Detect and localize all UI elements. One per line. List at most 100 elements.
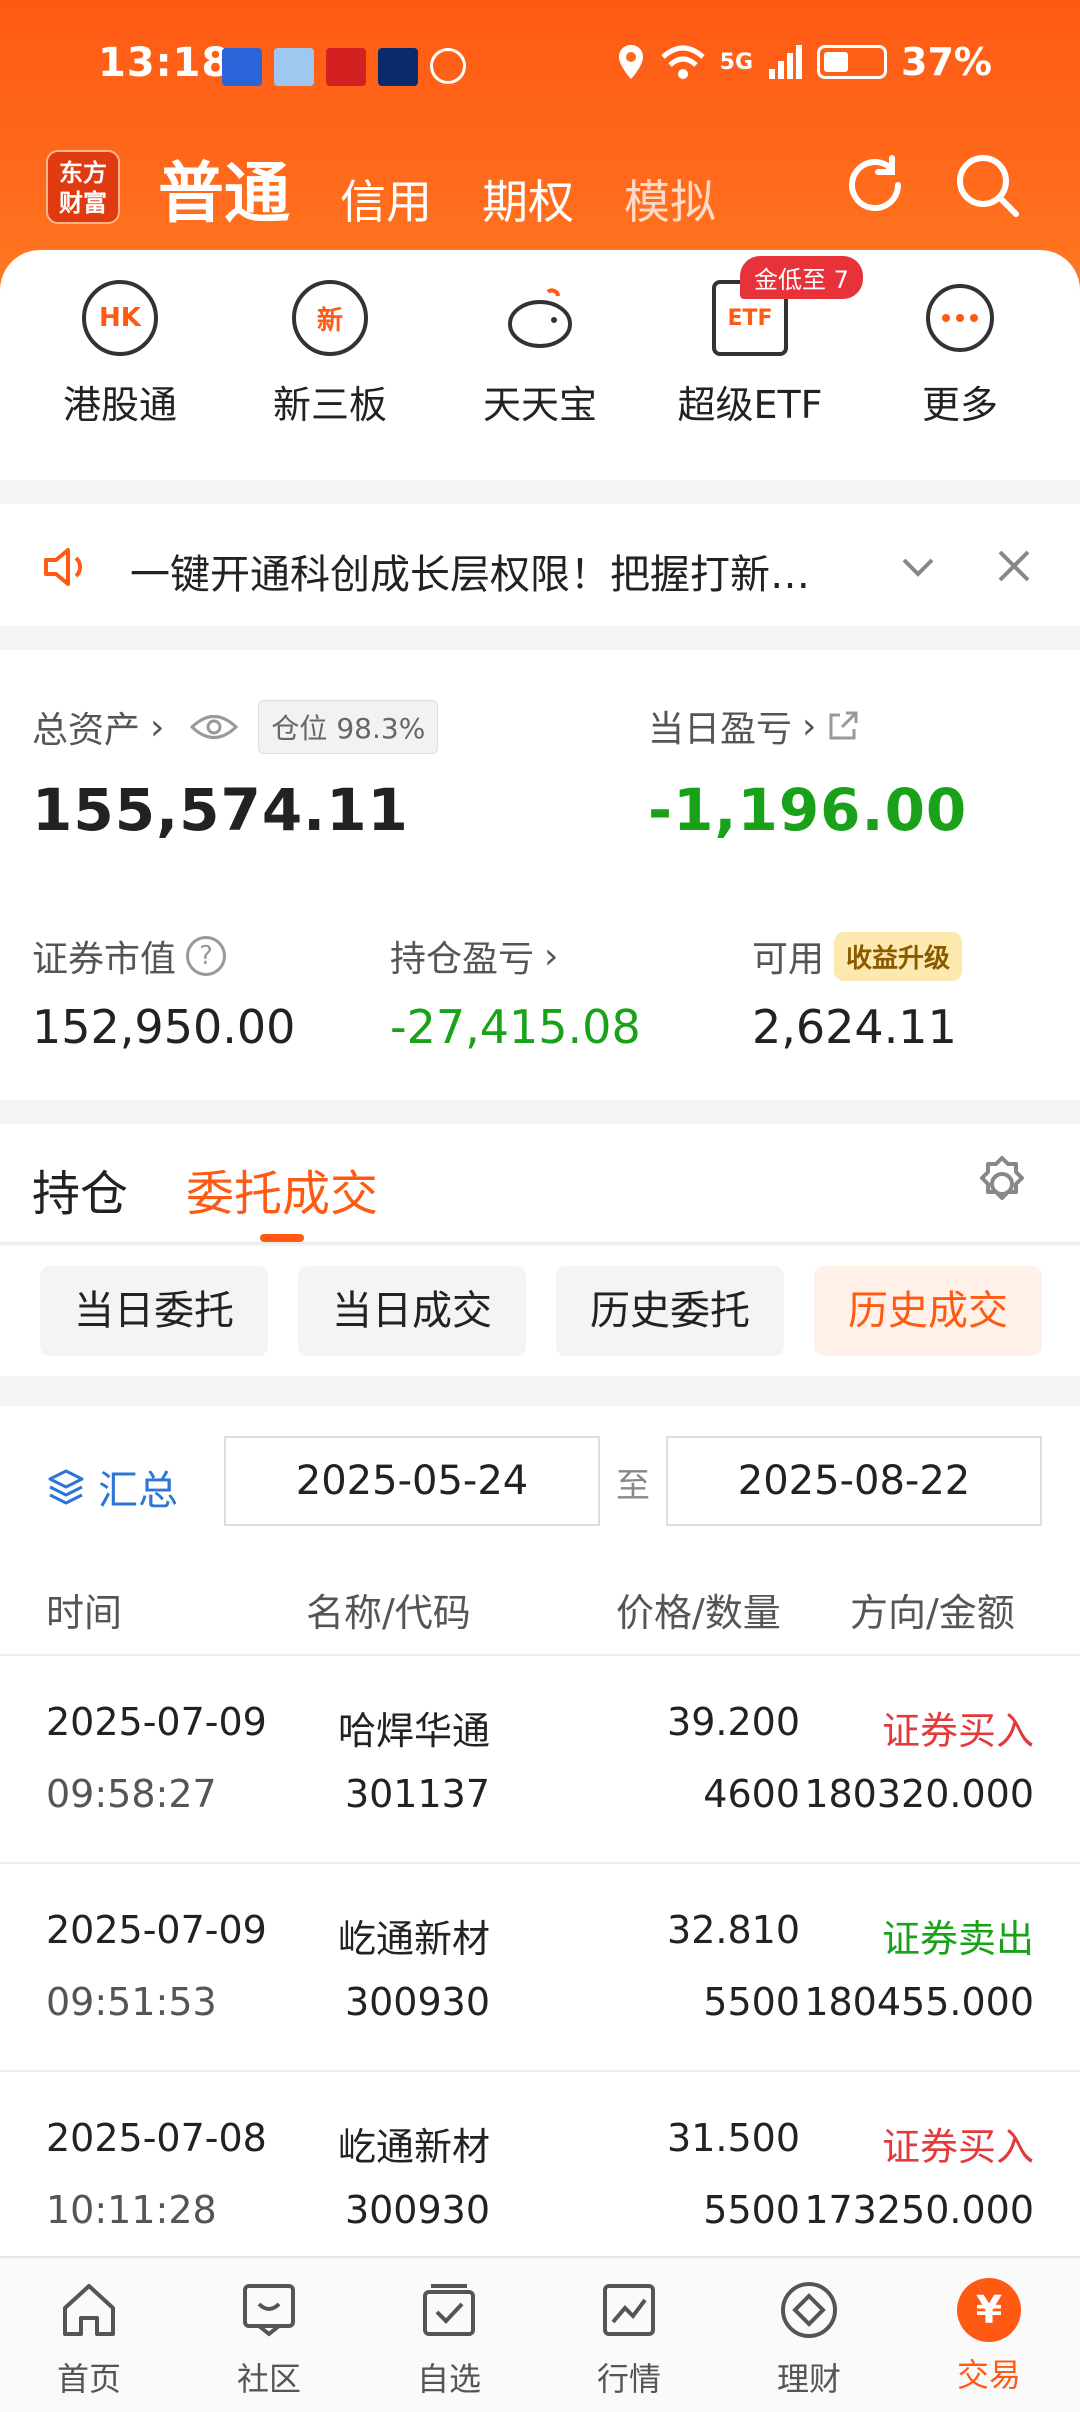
close-icon[interactable] [992, 544, 1036, 588]
table-row[interactable]: 2025-07-08 10:11:28 屹通新材 300930 31.500 5… [0, 2072, 1080, 2280]
layers-icon [48, 1469, 84, 1505]
daily-pl-header[interactable]: 当日盈亏 › [648, 700, 860, 752]
stock-code: 301137 [344, 1772, 490, 1816]
bottom-nav: 首页 社区 自选 行情 理财 ¥ 交易 [0, 2256, 1080, 2412]
location-icon [618, 45, 643, 79]
asset-summary: 总资产 › 仓位 98.3% 155,574.11 当日盈亏 › -1,196.… [0, 650, 1080, 1100]
order-subtabs: 当日委托 当日成交 历史委托 历史成交 [0, 1246, 1080, 1376]
refresh-icon[interactable] [840, 150, 910, 220]
nav-wealth[interactable]: 理财 [744, 2278, 874, 2400]
yen-icon: ¥ [957, 2278, 1021, 2342]
available-label: 可用 [752, 939, 825, 980]
deal-direction: 证券卖出 [881, 1917, 1034, 1961]
shortcut-label: 港股通 [62, 383, 177, 427]
chat-icon [243, 2284, 295, 2337]
shortcut-super-etf[interactable]: ETF 超级ETF [655, 280, 845, 429]
app-notification-icon [222, 48, 262, 86]
position-value: 98.3% [336, 712, 426, 745]
share-icon[interactable] [826, 709, 860, 743]
market-value-block: 证券市值 ? 152,950.00 [32, 930, 295, 1054]
tab-holdings[interactable]: 持仓 [32, 1154, 128, 1224]
nav-trade[interactable]: ¥ 交易 [924, 2278, 1054, 2396]
stock-name: 屹通新材 [337, 2125, 490, 2169]
shortcut-tiantianbao[interactable]: 天天宝 [445, 280, 635, 429]
deal-date: 2025-07-09 [46, 1908, 267, 1952]
section-tabs: 持仓 委托成交 [0, 1124, 1080, 1244]
end-date-field[interactable]: 2025-08-22 [666, 1436, 1042, 1526]
notice-text[interactable]: 一键开通科创成长层权限！把握打新… [130, 542, 810, 600]
subtab-history-orders[interactable]: 历史委托 [556, 1266, 784, 1356]
tab-orders[interactable]: 委托成交 [186, 1154, 378, 1224]
shortcut-more[interactable]: 更多 [865, 280, 1055, 429]
notice-bar[interactable]: 一键开通科创成长层权限！把握打新… [0, 504, 1080, 626]
account-tabs: 普通 信用 期权 模拟 [158, 140, 716, 236]
deal-direction: 证券买入 [881, 1709, 1034, 1753]
system-status: 5G 37% [616, 40, 992, 84]
eye-icon[interactable] [190, 712, 239, 742]
deal-price: 32.810 [667, 1908, 800, 1952]
subtab-today-deals[interactable]: 当日成交 [298, 1266, 526, 1356]
tab-simulation[interactable]: 模拟 [624, 166, 716, 236]
position-label: 仓位 [271, 712, 328, 745]
help-icon[interactable]: ? [186, 936, 227, 976]
daily-pl-value: -1,196.00 [648, 776, 968, 844]
deal-price: 39.200 [667, 1700, 800, 1744]
subtab-today-orders[interactable]: 当日委托 [40, 1266, 268, 1356]
stock-name: 哈焊华通 [337, 1709, 490, 1753]
nav-community[interactable]: 社区 [204, 2278, 334, 2400]
signal-icon [769, 45, 803, 79]
table-row[interactable]: 2025-07-09 09:51:53 屹通新材 300930 32.810 5… [0, 1864, 1080, 2072]
tab-credit[interactable]: 信用 [340, 166, 432, 236]
new-board-icon: 新 [292, 280, 368, 356]
diamond-icon [781, 2282, 837, 2338]
header-direction-amount: 方向/金额 [850, 1591, 1015, 1635]
chevron-down-icon[interactable] [896, 544, 940, 588]
deal-date: 2025-07-09 [46, 1700, 267, 1744]
market-value: 152,950.00 [32, 1000, 296, 1054]
deal-direction: 证券买入 [881, 2125, 1034, 2169]
hand-icon [430, 48, 466, 84]
position-chip: 仓位 98.3% [258, 700, 439, 754]
promo-badge: 金低至 7 [740, 256, 863, 299]
tab-options[interactable]: 期权 [482, 166, 574, 236]
gear-icon[interactable] [972, 1154, 1032, 1214]
nav-market[interactable]: 行情 [564, 2278, 694, 2400]
speaker-icon [44, 548, 83, 586]
start-date-field[interactable]: 2025-05-24 [224, 1436, 600, 1526]
subtab-history-deals[interactable]: 历史成交 [814, 1266, 1042, 1356]
upgrade-chip[interactable]: 收益升级 [834, 931, 963, 981]
deal-qty: 4600 [703, 1772, 800, 1816]
weather-icon [274, 48, 314, 86]
tab-normal[interactable]: 普通 [158, 140, 290, 236]
stock-code: 300930 [344, 1980, 490, 2024]
available-block: 可用 收益升级 2,624.11 [752, 930, 963, 1054]
total-assets-label: 总资产 [32, 710, 141, 751]
deal-qty: 5500 [703, 2188, 800, 2232]
deal-date: 2025-07-08 [46, 2116, 267, 2160]
summary-label: 汇总 [98, 1468, 178, 1514]
nav-watchlist[interactable]: 自选 [384, 2278, 514, 2400]
search-icon[interactable] [952, 150, 1022, 220]
home-icon [63, 2284, 115, 2336]
total-assets-header[interactable]: 总资产 › 仓位 98.3% [32, 700, 439, 754]
header-price-qty: 价格/数量 [616, 1591, 781, 1635]
shortcut-hk-connect[interactable]: HK 港股通 [25, 280, 215, 429]
nav-home[interactable]: 首页 [24, 2278, 154, 2400]
deal-qty: 5500 [703, 1980, 800, 2024]
shortcut-label: 超级ETF [677, 383, 823, 427]
checkbox-icon [423, 2284, 475, 2336]
tab-underline [260, 1234, 304, 1242]
holding-pl-block[interactable]: 持仓盈亏 › -27,415.08 [390, 930, 641, 1055]
shortcut-neeq[interactable]: 新 新三板 [235, 280, 425, 429]
to-label: 至 [616, 1466, 650, 1506]
nav-label: 社区 [236, 2360, 301, 2398]
table-row[interactable]: 2025-07-09 09:58:27 哈焊华通 301137 39.200 4… [0, 1656, 1080, 1864]
deal-amount: 173250.000 [804, 2188, 1034, 2232]
nav-label: 交易 [956, 2356, 1021, 2394]
shield-app-icon [378, 48, 418, 86]
status-bar: 13:18 5G 37% [0, 40, 1080, 96]
stock-code: 300930 [344, 2188, 490, 2232]
holding-pl-value: -27,415.08 [390, 1000, 641, 1054]
summary-button[interactable]: 汇总 [46, 1458, 178, 1516]
header-time: 时间 [46, 1591, 123, 1635]
